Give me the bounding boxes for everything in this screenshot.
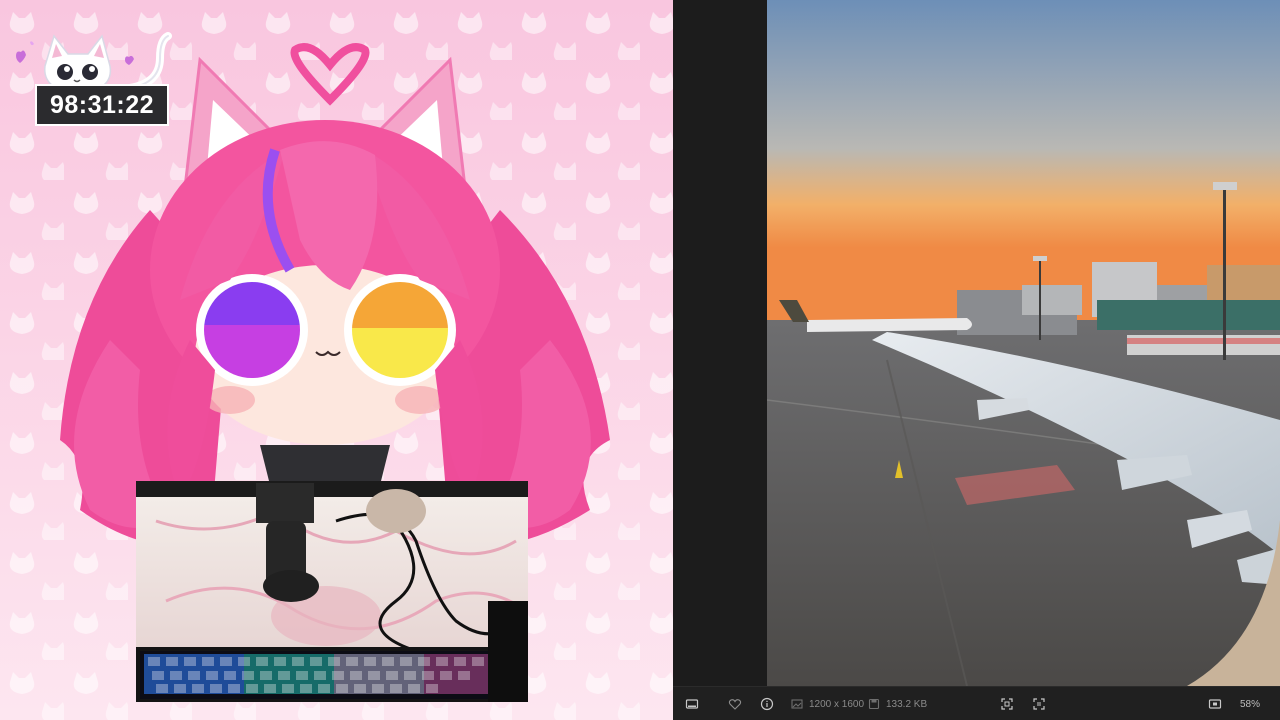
image-dimensions: 1200 x 1600 [790,696,864,712]
heart-icon [728,699,742,710]
airport-photo [767,0,1280,686]
file-size: 133.2 KB [867,696,927,712]
fit-to-window-button[interactable] [1000,696,1014,712]
zoom-level-text: 58% [1240,698,1261,710]
zoom-level[interactable]: 58% [1240,696,1260,712]
stream-timer-widget: 98:31:22 [10,28,180,132]
filmstrip-button[interactable] [685,696,699,712]
actual-size-button[interactable] [1032,696,1046,712]
stream-timer: 98:31:22 [35,84,169,126]
info-icon [760,697,774,711]
photo-viewer-window: 1200 x 1600 133.2 KB 58% [673,0,1280,720]
picture-in-picture-icon [1208,699,1222,709]
screen: 98:31:22 1200 x 1600 133.2 KB 58% [0,0,1280,720]
filmstrip-icon [685,699,699,709]
fit-to-window-icon [1001,698,1013,710]
viewer-status-bar: 1200 x 1600 133.2 KB 58% [673,686,1280,720]
info-button[interactable] [760,696,774,712]
stream-overlay: 98:31:22 [0,0,673,720]
disk-icon [868,698,880,710]
picture-in-picture-button[interactable] [1208,696,1222,712]
actual-size-icon [1033,698,1045,710]
image-dimensions-icon [791,699,803,709]
viewer-empty-area [673,0,767,686]
image-dimensions-text: 1200 x 1600 [809,698,865,710]
airport-tarmac-image [767,0,1280,686]
webcam-feed [136,481,528,702]
webcam-desk-image [136,481,528,702]
file-size-text: 133.2 KB [886,698,928,710]
favorite-button[interactable] [728,696,742,712]
